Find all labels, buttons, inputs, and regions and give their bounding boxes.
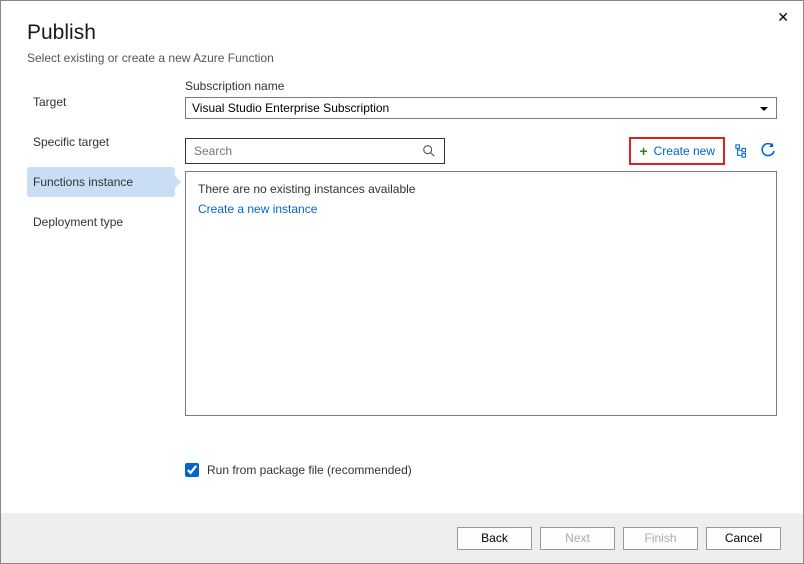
search-row: + Create new: [185, 137, 777, 165]
close-button[interactable]: ✕: [777, 9, 789, 26]
page-title: Publish: [27, 21, 777, 45]
cancel-button[interactable]: Cancel: [706, 527, 781, 550]
subscription-label: Subscription name: [185, 79, 777, 93]
create-new-button[interactable]: + Create new: [629, 137, 725, 165]
next-button[interactable]: Next: [540, 527, 615, 550]
sidebar-item-specific-target[interactable]: Specific target: [27, 127, 175, 157]
content-area: Target Specific target Functions instanc…: [1, 75, 803, 449]
dialog-header: Publish Select existing or create a new …: [1, 1, 803, 75]
subscription-select[interactable]: Visual Studio Enterprise Subscription: [185, 97, 777, 119]
sidebar-item-label: Specific target: [33, 135, 109, 149]
main-panel: Subscription name Visual Studio Enterpri…: [175, 75, 777, 449]
sidebar-item-target[interactable]: Target: [27, 87, 175, 117]
results-panel: There are no existing instances availabl…: [185, 171, 777, 416]
plus-icon: +: [639, 143, 647, 159]
run-from-package-label: Run from package file (recommended): [207, 463, 412, 477]
run-from-package-row: Run from package file (recommended): [1, 449, 803, 477]
search-input[interactable]: [194, 144, 422, 158]
sidebar-item-label: Deployment type: [33, 215, 123, 229]
create-new-label: Create new: [654, 144, 715, 158]
dialog-footer: Back Next Finish Cancel: [1, 513, 803, 563]
tree-view-icon[interactable]: [733, 142, 751, 160]
back-button[interactable]: Back: [457, 527, 532, 550]
sidebar-item-label: Functions instance: [33, 175, 133, 189]
run-from-package-checkbox[interactable]: [185, 463, 199, 477]
finish-button[interactable]: Finish: [623, 527, 698, 550]
sidebar-item-label: Target: [33, 95, 66, 109]
refresh-icon[interactable]: [759, 142, 777, 160]
search-icon: [422, 144, 436, 158]
wizard-sidebar: Target Specific target Functions instanc…: [27, 75, 175, 449]
subscription-value: Visual Studio Enterprise Subscription: [192, 101, 389, 115]
sidebar-item-deployment-type[interactable]: Deployment type: [27, 207, 175, 237]
no-instances-message: There are no existing instances availabl…: [198, 182, 764, 196]
page-subtitle: Select existing or create a new Azure Fu…: [27, 51, 777, 65]
sidebar-item-functions-instance[interactable]: Functions instance: [27, 167, 175, 197]
create-instance-link[interactable]: Create a new instance: [198, 202, 764, 216]
search-box[interactable]: [185, 138, 445, 164]
